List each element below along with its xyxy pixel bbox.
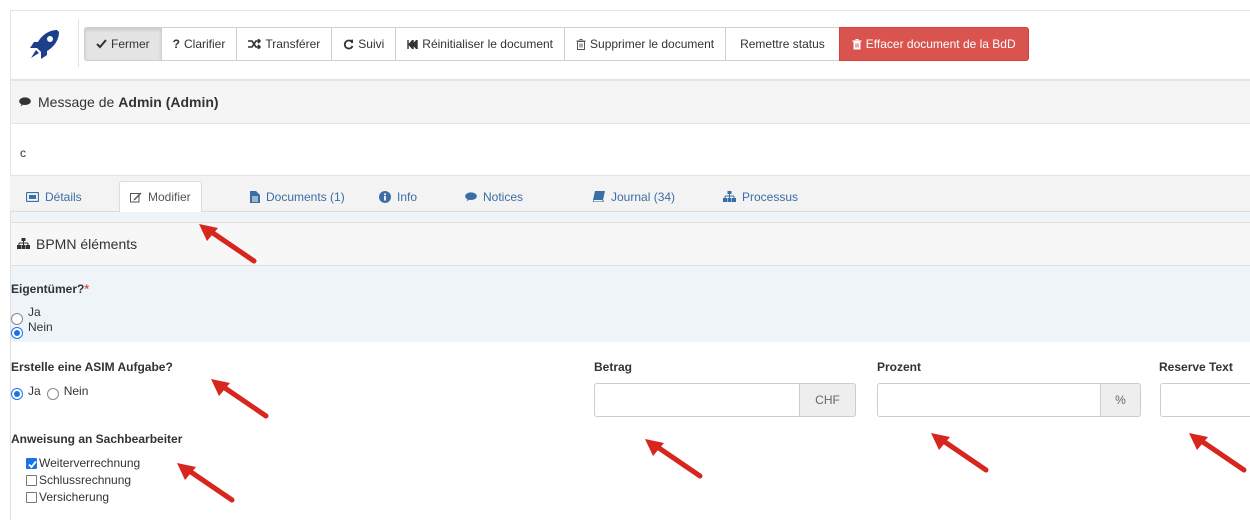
comment-icon: [465, 191, 477, 202]
fast-backward-icon: [407, 39, 418, 49]
owner-option-no-label: Nein: [28, 320, 53, 334]
checkbox-checked[interactable]: [26, 457, 37, 469]
checkbox[interactable]: [26, 474, 37, 486]
percent-input[interactable]: [877, 383, 1101, 417]
clarify-button[interactable]: ? Clarifier: [160, 27, 238, 61]
asim-radio-no[interactable]: [46, 388, 59, 400]
tab-notices[interactable]: Notices: [455, 181, 533, 212]
book-icon: [593, 191, 605, 202]
file-icon: [250, 190, 260, 203]
reset-document-button[interactable]: Réinitialiser le document: [395, 27, 566, 61]
required-mark: *: [84, 282, 90, 296]
reset-status-button[interactable]: Remettre status: [725, 27, 840, 61]
transfer-button-label: Transférer: [265, 37, 321, 51]
percent-input-group: %: [877, 383, 1141, 417]
tab-bar: Détails Modifier Documents (1) Info Noti…: [10, 176, 1250, 213]
reset-status-button-label: Remettre status: [740, 37, 825, 51]
tab-documents[interactable]: Documents (1): [240, 181, 355, 212]
percent-addon: %: [1101, 383, 1141, 417]
reinvoicing-label: Weiterverrechnung: [39, 456, 141, 470]
tab-process-label: Processus: [742, 189, 799, 204]
final-invoice-label: Schlussrechnung: [39, 473, 132, 487]
tab-journal[interactable]: Journal (34): [583, 181, 685, 212]
id-card-icon: [26, 191, 39, 202]
check-icon: [96, 39, 107, 49]
close-button-label: Fermer: [111, 37, 150, 51]
amount-label: Betrag: [594, 360, 633, 374]
owner-option-yes-label: Ja: [28, 305, 41, 319]
reserve-text-label: Reserve Text: [1159, 360, 1233, 374]
tab-details-label: Détails: [45, 189, 82, 204]
toolbar-divider: [78, 19, 79, 67]
tab-edit-label: Modifier: [148, 190, 191, 204]
instruction-label: Anweisung an Sachbearbeiter: [11, 432, 183, 446]
tab-details[interactable]: Détails: [16, 181, 92, 212]
tab-process[interactable]: Processus: [713, 181, 808, 212]
message-author: Admin (Admin): [118, 94, 219, 110]
delete-document-button-label: Supprimer le document: [590, 37, 715, 51]
currency-addon: CHF: [800, 383, 856, 417]
follow-up-button-label: Suivi: [358, 37, 385, 51]
rocket-logo-icon[interactable]: [27, 26, 63, 62]
trash-icon: [576, 38, 586, 50]
refresh-icon: [343, 39, 354, 50]
edit-icon: [130, 192, 142, 203]
reset-document-button-label: Réinitialiser le document: [422, 37, 554, 51]
shuffle-icon: [248, 39, 262, 49]
question-icon: ?: [172, 37, 181, 51]
amount-input[interactable]: [594, 383, 800, 417]
tab-journal-label: Journal (34): [611, 189, 676, 204]
tab-info[interactable]: Info: [369, 181, 427, 212]
follow-up-button[interactable]: Suivi: [331, 27, 397, 61]
amount-input-group: CHF: [594, 383, 856, 417]
erase-document-from-db-button[interactable]: Effacer document de la BdD: [838, 27, 1029, 61]
message-prefix: Message de: [38, 94, 115, 110]
comment-icon: [19, 94, 31, 110]
reserve-text-input[interactable]: [1160, 383, 1250, 417]
checkbox-insurance[interactable]: Versicherung: [26, 490, 109, 504]
sitemap-icon: [723, 191, 736, 202]
asim-option-no-label: Nein: [63, 384, 89, 398]
message-header: Message de Admin (Admin): [10, 80, 1250, 124]
clarify-button-label: Clarifier: [184, 37, 226, 51]
erase-document-button-label: Effacer document de la BdD: [865, 37, 1016, 51]
asim-task-label: Erstelle eine ASIM Aufgabe?: [11, 360, 173, 374]
tab-edit[interactable]: Modifier: [119, 181, 202, 213]
asim-radio-group: Ja Nein: [11, 382, 88, 400]
bpmn-panel-title: BPMN éléments: [36, 236, 138, 252]
trash-icon: [852, 38, 862, 50]
info-icon: [379, 190, 391, 203]
owner-radio-no[interactable]: Nein: [11, 320, 53, 339]
radio-button-selected[interactable]: [11, 327, 23, 339]
delete-document-button[interactable]: Supprimer le document: [564, 27, 727, 61]
close-button[interactable]: Fermer: [84, 27, 162, 61]
tab-documents-label: Documents (1): [266, 189, 345, 204]
checkbox-final-invoice[interactable]: Schlussrechnung: [26, 473, 131, 487]
tab-info-label: Info: [397, 189, 418, 204]
transfer-button[interactable]: Transférer: [236, 27, 333, 61]
action-button-group: Fermer ? Clarifier Transférer Suivi Réin…: [84, 27, 1029, 61]
toolbar: Fermer ? Clarifier Transférer Suivi Réin…: [10, 10, 1250, 80]
checkbox[interactable]: [26, 491, 37, 503]
asim-option-yes-label: Ja: [28, 384, 41, 398]
bpmn-panel-header: BPMN éléments: [10, 222, 1250, 266]
checkbox-reinvoicing[interactable]: Weiterverrechnung: [26, 456, 140, 470]
sitemap-icon: [17, 236, 30, 252]
tab-notices-label: Notices: [483, 189, 524, 204]
percent-label: Prozent: [877, 360, 922, 374]
message-body: c: [10, 124, 1250, 176]
insurance-label: Versicherung: [39, 490, 110, 504]
owner-question-text: Eigentümer?: [11, 282, 85, 296]
asim-radio-yes[interactable]: [11, 388, 23, 400]
owner-question-label: Eigentümer?*: [11, 282, 89, 296]
